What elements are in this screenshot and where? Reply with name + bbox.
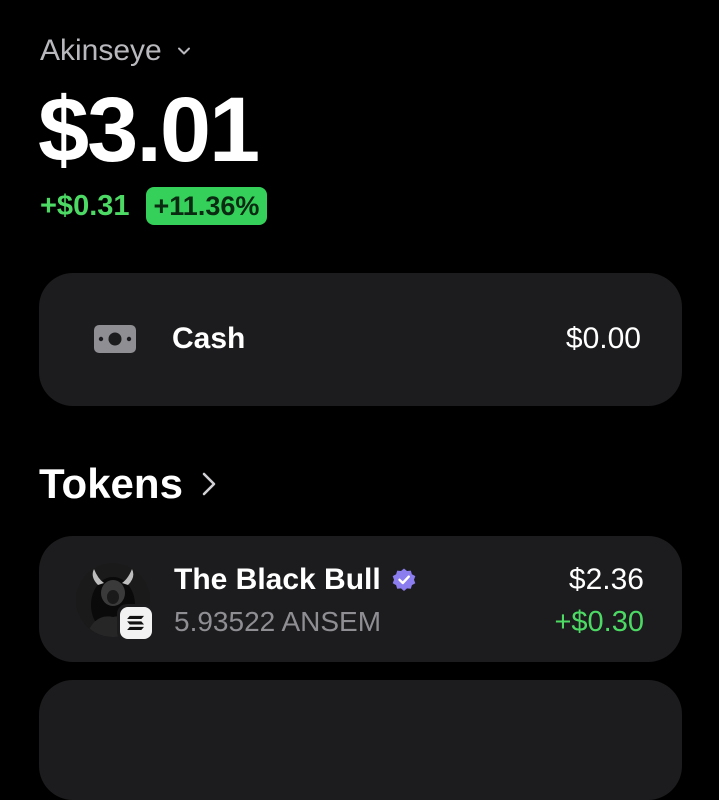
token-row-the-black-bull[interactable]: The Black Bull 5.93522 ANSEM $2.36 +$0.3… [39,536,682,662]
account-selector[interactable]: Akinseye [40,32,192,70]
cash-card[interactable]: Cash $0.00 [39,273,682,406]
cash-value: $0.00 [565,322,641,355]
change-value: +$0.31 [40,190,130,222]
token-name: The Black Bull [174,563,381,596]
token-amount: 5.93522 ANSEM [174,606,382,637]
account-name: Akinseye [40,34,162,67]
portfolio-balance: $3.01 [38,79,260,181]
banknote-icon [93,323,137,355]
token-change: +$0.30 [554,606,644,638]
tokens-title: Tokens [39,460,183,507]
change-percent-badge: +11.36% [145,187,268,225]
solana-icon [117,604,155,642]
token-row-next[interactable] [39,680,682,800]
token-name-row: The Black Bull [174,561,417,599]
verified-badge-icon [391,567,417,593]
chevron-right-icon [199,469,219,499]
chevron-down-icon [176,43,192,59]
tokens-section-header[interactable]: Tokens [39,458,219,510]
cash-label: Cash [172,322,246,355]
portfolio-change: +$0.31 +11.36% [40,186,268,226]
token-value: $2.36 [568,563,644,596]
